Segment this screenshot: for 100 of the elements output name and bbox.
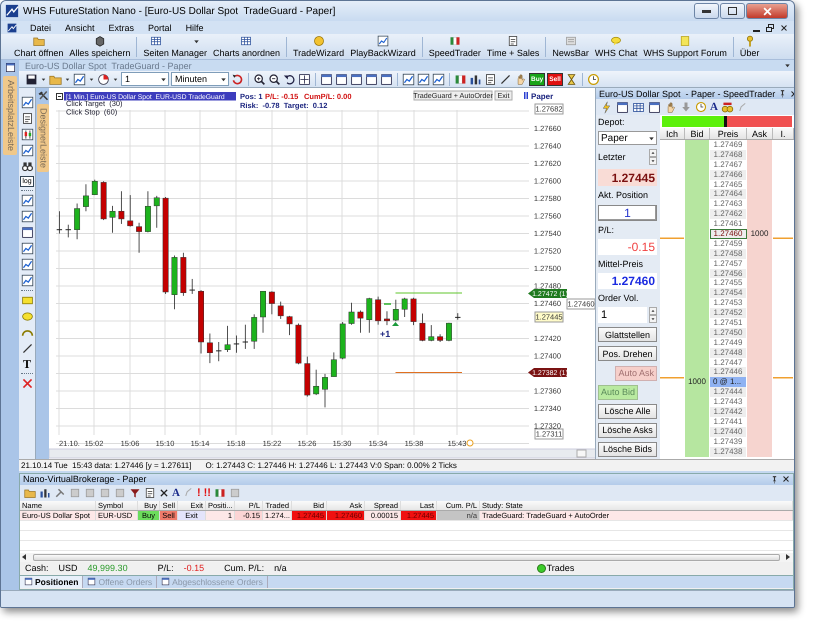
line-chart-icon[interactable] (20, 96, 34, 109)
order-button[interactable]: Pos. Drehen (598, 346, 657, 362)
depot-dropdown[interactable]: Paper (598, 131, 657, 146)
window-icon[interactable] (335, 72, 348, 86)
toolbar-button[interactable]: TradeWizard (290, 34, 348, 58)
price-cell[interactable]: 1.27457 (710, 258, 747, 269)
line-chart-icon[interactable] (417, 72, 430, 86)
collapse-button[interactable] (56, 93, 63, 100)
undo-icon[interactable] (283, 72, 296, 86)
rectangle-icon[interactable] (20, 294, 34, 307)
toolbar-button[interactable]: SpeedTrader (426, 34, 484, 58)
menu-item[interactable]: Hilfe (178, 22, 211, 32)
clock-icon[interactable] (586, 72, 600, 86)
price-cell[interactable]: 1.27465 (710, 180, 747, 190)
window-icon[interactable] (20, 226, 34, 239)
flag-icon[interactable] (454, 72, 467, 86)
line-chart-icon[interactable] (20, 274, 34, 287)
ask-cell[interactable] (747, 446, 773, 456)
bars-icon[interactable] (469, 72, 482, 86)
toolbar-button[interactable]: Über (736, 34, 762, 58)
price-cell[interactable]: 1.27458 (710, 248, 747, 259)
price-cell[interactable]: 1.27455 (710, 278, 747, 288)
column-header[interactable]: I. (773, 128, 794, 139)
menu-item[interactable]: Ansicht (58, 22, 102, 32)
hammer-icon[interactable] (36, 90, 48, 102)
price-cell[interactable]: 1.27460 (710, 229, 747, 239)
ask-cell[interactable]: 1000 (747, 229, 773, 239)
binoculars-icon[interactable] (20, 160, 34, 173)
zoom-in-icon[interactable] (253, 72, 266, 86)
flag-icon[interactable] (214, 486, 226, 499)
order-button[interactable]: Glattstellen (598, 327, 657, 342)
menu-item[interactable]: Extras (102, 22, 142, 32)
toolbar-button[interactable]: Chart öffnen (11, 34, 66, 58)
window-icon[interactable] (4, 62, 16, 73)
alerts-button[interactable]: !! (204, 486, 211, 499)
bid-cell[interactable] (685, 446, 710, 456)
price-cell[interactable]: 1.27450 (710, 328, 747, 338)
line-chart-icon[interactable] (20, 144, 34, 157)
unit-dropdown[interactable]: Minuten (171, 72, 229, 86)
document-icon[interactable] (144, 486, 156, 499)
order-button[interactable]: Lösche Alle (598, 404, 657, 419)
price-cell[interactable]: 1.27444 (710, 387, 747, 398)
toolbar-button[interactable]: Alles speichern (66, 34, 134, 58)
line-chart-icon[interactable] (432, 72, 445, 86)
price-cell[interactable]: 1.27440 (710, 426, 747, 437)
candlestick-icon[interactable] (20, 128, 34, 141)
window-icon[interactable] (320, 72, 333, 86)
text-tool-button[interactable]: T (22, 358, 31, 370)
line-chart-icon[interactable] (402, 72, 415, 86)
scroll-left-icon[interactable] (22, 554, 27, 560)
maximize-button[interactable] (720, 3, 745, 19)
alert-button[interactable]: ! (196, 486, 201, 499)
horizontal-scrollbar[interactable] (49, 448, 596, 458)
line-icon[interactable] (20, 342, 34, 355)
price-cell[interactable]: 1.27464 (710, 189, 747, 200)
caret-icon[interactable] (649, 315, 657, 324)
price-cell[interactable]: 1.27439 (710, 436, 747, 447)
window-icon[interactable] (380, 72, 393, 86)
close-icon[interactable] (780, 24, 788, 32)
ellipse-icon[interactable] (20, 310, 34, 323)
column-header[interactable]: Preis (710, 128, 747, 139)
toolbar-button[interactable]: Charts anordnen (210, 34, 283, 58)
pin-icon[interactable] (770, 474, 779, 484)
restore-icon[interactable] (766, 24, 774, 32)
window-icon[interactable] (365, 72, 378, 86)
price-cell[interactable]: 1.27438 (710, 446, 747, 456)
toolbar-button[interactable]: WHS Support Forum (640, 34, 730, 58)
price-cell[interactable]: 1.27466 (710, 170, 747, 180)
price-cell[interactable]: 1.27452 (710, 308, 747, 318)
line-chart-icon[interactable] (20, 242, 34, 255)
document-icon[interactable] (484, 72, 497, 86)
window-icon[interactable] (648, 100, 661, 114)
order-button[interactable]: Lösche Bids (598, 442, 657, 457)
line-chart-icon[interactable] (20, 210, 34, 223)
price-cell[interactable]: 1.27447 (710, 358, 747, 368)
toolbar-button[interactable]: Time + Sales (484, 34, 542, 58)
line-chart-icon[interactable] (20, 258, 34, 271)
table-icon[interactable] (632, 100, 645, 114)
price-cell[interactable]: 1.27442 (710, 407, 747, 417)
document-icon[interactable] (20, 112, 34, 125)
save-icon[interactable] (25, 72, 38, 86)
refresh-icon[interactable] (231, 72, 244, 86)
toolbar-button[interactable]: WHS Chat (592, 34, 640, 58)
font-button[interactable]: A (710, 101, 718, 113)
line-chart-icon[interactable] (20, 194, 34, 207)
price-cell[interactable]: 1.27468 (710, 150, 747, 160)
cursor-icon[interactable] (499, 72, 512, 86)
close-icon[interactable] (782, 475, 790, 484)
chart-type-icon[interactable] (73, 72, 86, 86)
pie-chart-icon[interactable] (97, 72, 110, 86)
toolbar-button[interactable]: NewsBar (549, 34, 592, 58)
delete-icon[interactable] (159, 488, 169, 498)
price-cell[interactable]: 1.27448 (710, 348, 747, 358)
move-icon[interactable] (298, 72, 311, 86)
bid-cell[interactable]: 1000 (685, 377, 710, 388)
clock-icon[interactable] (695, 101, 707, 113)
column-header[interactable]: Bid (685, 128, 710, 139)
price-cell[interactable]: 1.27456 (710, 268, 747, 278)
order-button[interactable]: Lösche Asks (598, 422, 657, 438)
filter-icon[interactable] (129, 486, 141, 499)
